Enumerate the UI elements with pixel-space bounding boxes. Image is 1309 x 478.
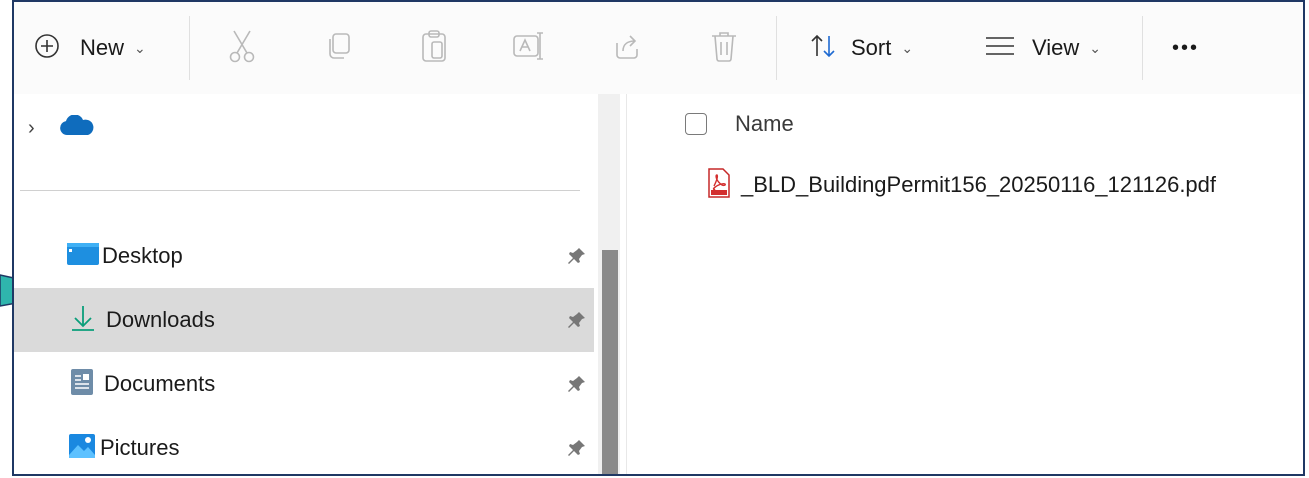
nav-item-label: Pictures — [100, 435, 180, 460]
rename-icon — [512, 31, 546, 66]
chevron-down-icon: ⌄ — [901, 39, 914, 56]
toolbar-separator — [1142, 16, 1143, 80]
file-explorer-window: New ⌄ Sort ⌄ View ⌄ ••• › Desktop Downlo… — [12, 0, 1305, 476]
nav-item-onedrive[interactable]: › — [14, 96, 594, 160]
file-name: _BLD_BuildingPermit156_20250116_121126.p… — [741, 172, 1217, 197]
pdf-icon — [707, 167, 731, 203]
select-all-checkbox[interactable] — [685, 113, 707, 135]
documents-icon — [70, 368, 94, 401]
sort-button-label: Sort — [851, 35, 892, 60]
view-button-label: View — [1032, 35, 1080, 60]
download-arrow-icon — [70, 304, 96, 337]
desktop-icon — [66, 240, 100, 273]
pin-icon[interactable] — [567, 310, 587, 335]
view-button[interactable]: View ⌄ — [984, 2, 1101, 94]
new-button[interactable]: New ⌄ — [34, 2, 146, 94]
nav-item-label: Desktop — [102, 243, 183, 268]
pin-icon[interactable] — [567, 374, 587, 399]
cut-icon — [227, 29, 257, 68]
nav-item-label: Downloads — [106, 307, 215, 332]
navigation-pane: › Desktop Downloads Documents Pictures — [14, 94, 626, 474]
rename-button[interactable] — [512, 2, 546, 94]
file-list-pane: Name _BLD_BuildingPermit156_20250116_121… — [627, 94, 1303, 474]
chevron-right-icon[interactable]: › — [28, 117, 35, 140]
copy-icon — [324, 31, 354, 66]
view-lines-icon — [984, 35, 1016, 62]
nav-item-label: Documents — [104, 371, 216, 396]
sort-icon — [809, 32, 837, 65]
more-options-button[interactable]: ••• — [1172, 2, 1199, 94]
onedrive-cloud-icon — [59, 113, 95, 142]
column-header-row: Name — [627, 106, 794, 142]
share-icon — [611, 31, 641, 66]
sort-button[interactable]: Sort ⌄ — [809, 2, 913, 94]
cut-button[interactable] — [227, 2, 257, 94]
nav-item-downloads[interactable]: Downloads — [14, 288, 594, 352]
pin-icon[interactable] — [567, 438, 587, 463]
nav-item-desktop[interactable]: Desktop — [14, 224, 594, 288]
paste-icon — [419, 29, 449, 68]
paste-button[interactable] — [419, 2, 449, 94]
plus-circle-icon — [34, 33, 60, 64]
nav-item-documents[interactable]: Documents — [14, 352, 594, 416]
nav-scrollbar-thumb[interactable] — [602, 250, 618, 474]
toolbar-separator — [776, 16, 777, 80]
nav-divider — [20, 190, 580, 191]
chevron-down-icon: ⌄ — [1089, 39, 1102, 56]
new-button-label: New — [80, 35, 125, 60]
pin-icon[interactable] — [567, 246, 587, 271]
file-row[interactable]: _BLD_BuildingPermit156_20250116_121126.p… — [707, 164, 1216, 206]
chevron-down-icon: ⌄ — [134, 39, 146, 56]
command-bar: New ⌄ Sort ⌄ View ⌄ ••• — [14, 2, 1303, 95]
delete-button[interactable] — [709, 2, 739, 94]
column-header-name[interactable]: Name — [735, 111, 794, 137]
more-icon: ••• — [1172, 36, 1200, 59]
delete-icon — [709, 29, 739, 68]
toolbar-separator — [189, 16, 190, 80]
nav-item-pictures[interactable]: Pictures — [14, 416, 594, 474]
pictures-icon — [68, 433, 96, 464]
share-button[interactable] — [611, 2, 641, 94]
copy-button[interactable] — [324, 2, 354, 94]
